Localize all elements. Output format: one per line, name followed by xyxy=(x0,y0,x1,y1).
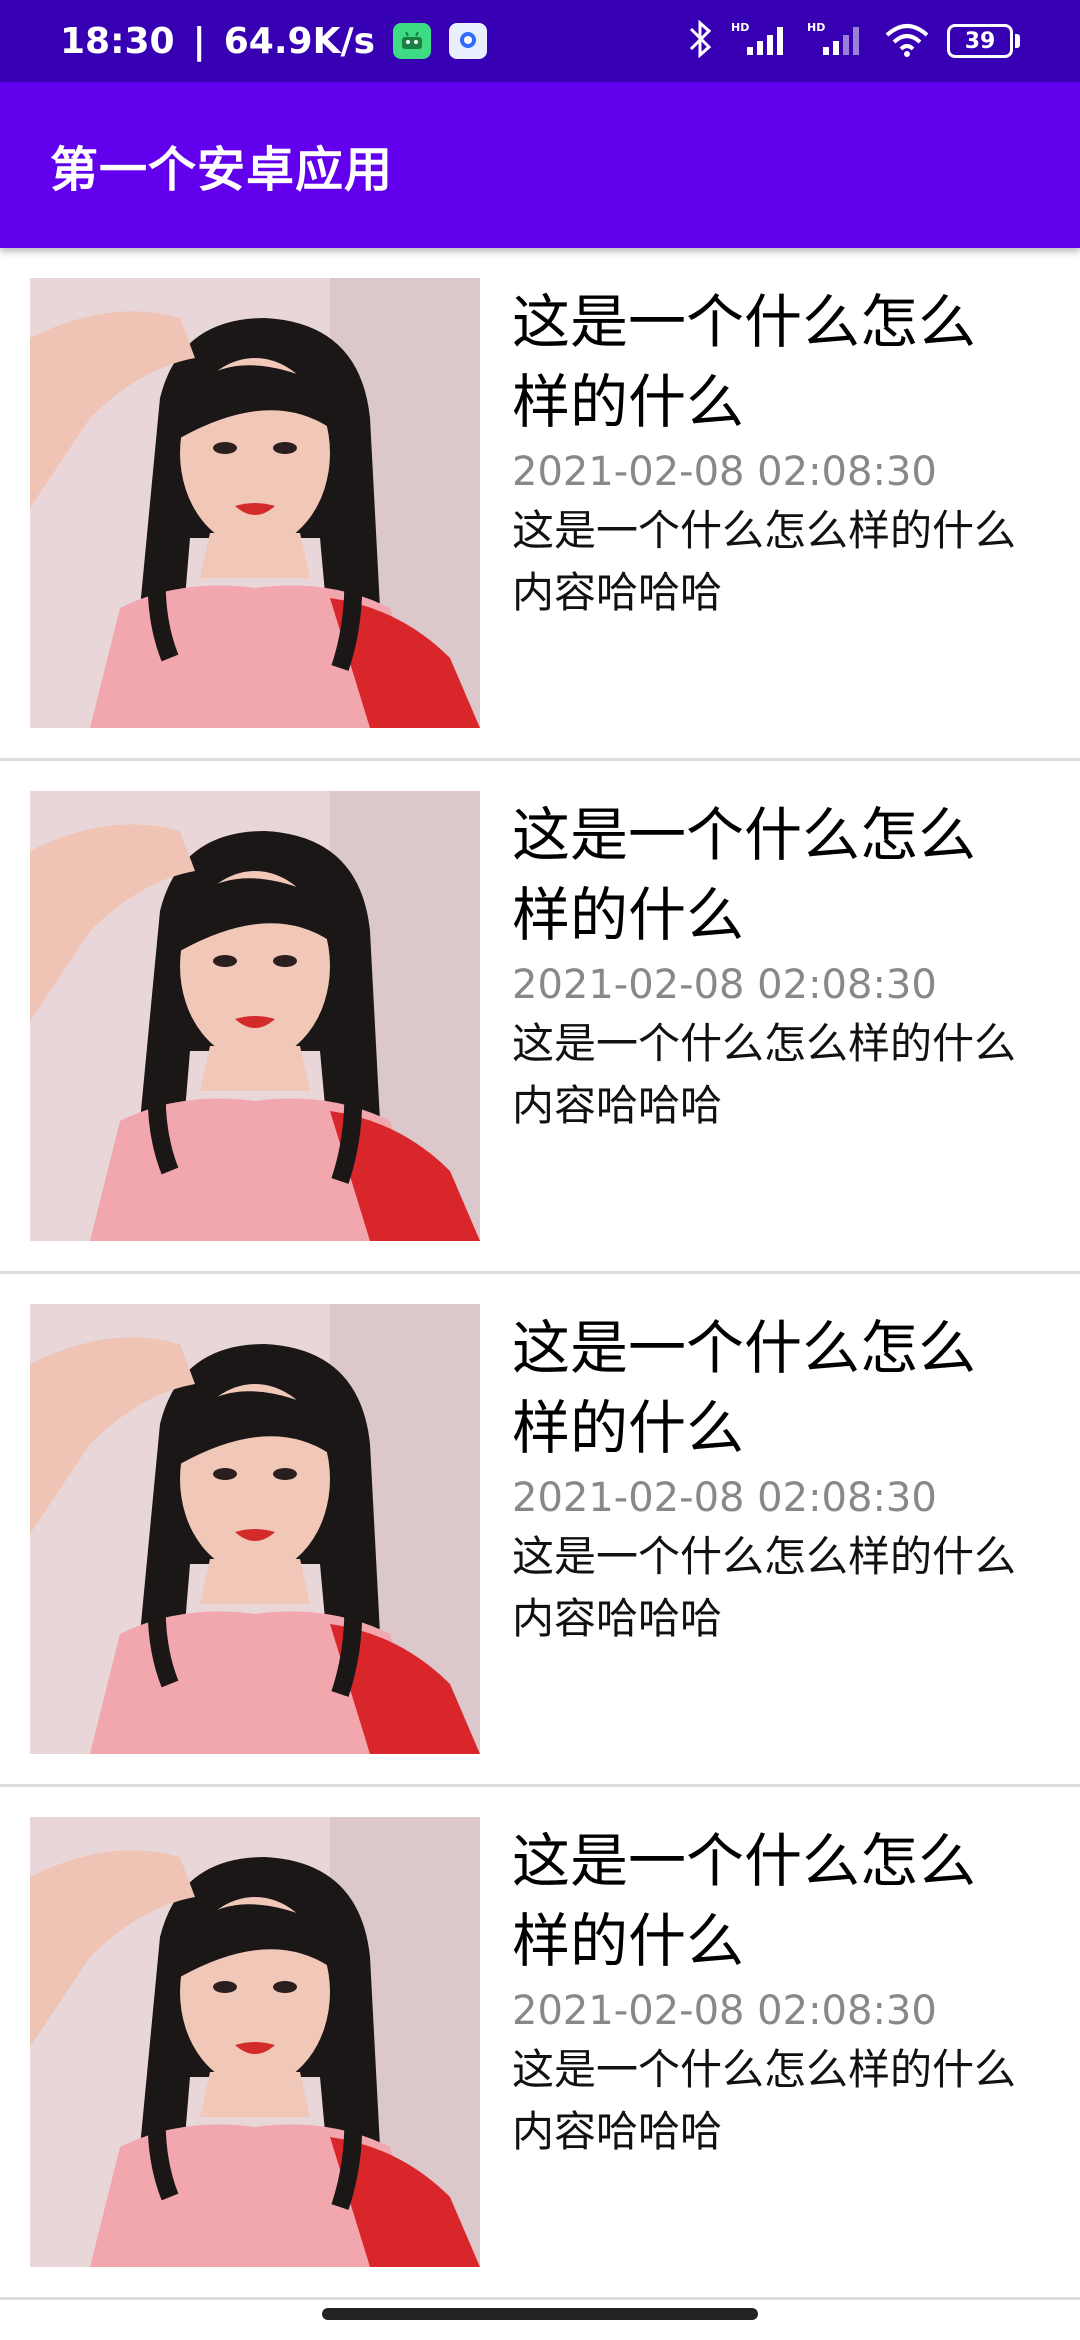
wifi-icon xyxy=(883,19,931,63)
svg-text:HD: HD xyxy=(731,21,749,34)
list-item-texts: 这是一个什么怎么样的什么 2021-02-08 02:08:30 这是一个什么怎… xyxy=(512,1821,1032,2163)
bluetooth-icon xyxy=(685,19,715,63)
item-title: 这是一个什么怎么样的什么 xyxy=(512,1314,977,1462)
signal-hd-icon: HD xyxy=(807,19,867,63)
item-date: 2021-02-08 02:08:30 xyxy=(512,962,937,1008)
item-date: 2021-02-08 02:08:30 xyxy=(512,449,937,495)
app-store-icon xyxy=(449,23,488,59)
home-indicator[interactable] xyxy=(322,2308,758,2320)
status-time: 18:30 xyxy=(60,20,175,62)
status-left: 18:30 | 64.9K/s xyxy=(60,20,488,62)
signal-hd-icon: HD xyxy=(731,19,791,63)
news-list[interactable]: 这是一个什么怎么样的什么 2021-02-08 02:08:30 这是一个什么怎… xyxy=(0,248,1080,2300)
item-content: 这是一个什么怎么样的什么内容哈哈哈 xyxy=(512,1532,1017,1643)
item-title: 这是一个什么怎么样的什么 xyxy=(512,1827,977,1975)
list-item-texts: 这是一个什么怎么样的什么 2021-02-08 02:08:30 这是一个什么怎… xyxy=(512,282,1032,624)
status-bar: 18:30 | 64.9K/s HD HD 39 xyxy=(0,0,1080,82)
status-right: HD HD 39 xyxy=(685,19,1020,63)
list-item-texts: 这是一个什么怎么样的什么 2021-02-08 02:08:30 这是一个什么怎… xyxy=(512,1308,1032,1650)
list-item[interactable]: 这是一个什么怎么样的什么 2021-02-08 02:08:30 这是一个什么怎… xyxy=(0,1274,1080,1787)
battery-level: 39 xyxy=(947,24,1013,58)
thumbnail-image xyxy=(30,278,480,728)
thumbnail-image xyxy=(30,791,480,1241)
item-date: 2021-02-08 02:08:30 xyxy=(512,1988,937,2034)
battery-icon: 39 xyxy=(947,24,1020,58)
thumbnail-image xyxy=(30,1817,480,2267)
app-title: 第一个安卓应用 xyxy=(50,142,394,198)
svg-text:HD: HD xyxy=(807,21,825,34)
item-content: 这是一个什么怎么样的什么内容哈哈哈 xyxy=(512,506,1017,617)
list-item[interactable]: 这是一个什么怎么样的什么 2021-02-08 02:08:30 这是一个什么怎… xyxy=(0,248,1080,761)
status-net-speed: 64.9K/s xyxy=(223,20,376,62)
item-date: 2021-02-08 02:08:30 xyxy=(512,1475,937,1521)
item-title: 这是一个什么怎么样的什么 xyxy=(512,801,977,949)
android-app-icon xyxy=(393,23,432,59)
status-divider: | xyxy=(192,20,206,62)
list-item-texts: 这是一个什么怎么样的什么 2021-02-08 02:08:30 这是一个什么怎… xyxy=(512,795,1032,1137)
list-item[interactable]: 这是一个什么怎么样的什么 2021-02-08 02:08:30 这是一个什么怎… xyxy=(0,1787,1080,2300)
thumbnail-image xyxy=(30,1304,480,1754)
item-title: 这是一个什么怎么样的什么 xyxy=(512,288,977,436)
app-bar: 第一个安卓应用 xyxy=(0,82,1080,248)
item-content: 这是一个什么怎么样的什么内容哈哈哈 xyxy=(512,2045,1017,2156)
list-item[interactable]: 这是一个什么怎么样的什么 2021-02-08 02:08:30 这是一个什么怎… xyxy=(0,761,1080,1274)
item-content: 这是一个什么怎么样的什么内容哈哈哈 xyxy=(512,1019,1017,1130)
